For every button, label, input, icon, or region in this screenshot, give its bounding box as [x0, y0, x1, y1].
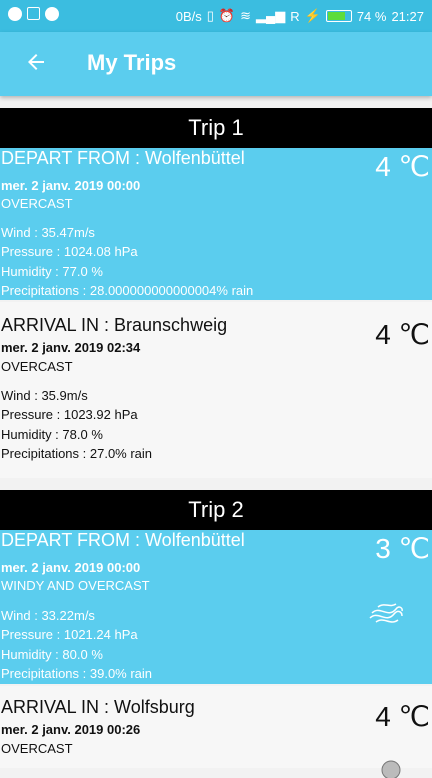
departure-condition: OVERCAST — [1, 196, 73, 211]
trip-2-arrival-card[interactable]: ARRIVAL IN : Wolfsburg mer. 2 janv. 2019… — [0, 686, 432, 778]
arrival-condition: OVERCAST — [1, 359, 73, 374]
wind-text: Wind : 35.9m/s — [1, 388, 88, 403]
pressure-text: Pressure : 1021.24 hPa — [1, 627, 138, 642]
arrival-date: mer. 2 janv. 2019 02:34 — [1, 340, 141, 355]
cloud-icon — [381, 760, 401, 778]
clock: 21:27 — [391, 8, 424, 24]
pressure-text: Pressure : 1024.08 hPa — [1, 244, 138, 259]
departure-place: DEPART FROM : Wolfenbüttel — [1, 148, 245, 168]
wind-icon — [369, 603, 403, 623]
status-bar: 0B/s ▯ ⏰ ≋ ▂▄▆ R ⚡ 74 % 21:27 — [0, 0, 432, 32]
arrival-temperature: 4 ℃ — [375, 319, 430, 350]
humidity-text: Humidity : 78.0 % — [1, 427, 103, 442]
battery-icon — [325, 10, 352, 22]
departure-temperature: 3 ℃ — [375, 533, 430, 564]
wind-text: Wind : 35.47m/s — [1, 225, 95, 240]
departure-condition: WINDY AND OVERCAST — [1, 578, 150, 593]
precipitation-text: Precipitations : 28.000000000000004% rai… — [1, 283, 254, 298]
arrival-condition: OVERCAST — [1, 741, 73, 756]
precipitation-text: Precipitations : 39.0% rain — [1, 666, 153, 681]
pressure-text: Pressure : 1023.92 hPa — [1, 407, 138, 422]
charging-icon: ⚡ — [304, 8, 321, 23]
wifi-icon: ≋ — [240, 8, 252, 23]
departure-date: mer. 2 janv. 2019 00:00 — [1, 178, 141, 193]
departure-place: DEPART FROM : Wolfenbüttel — [1, 530, 245, 550]
app-bar: My Trips — [0, 32, 432, 96]
precipitation-text: Precipitations : 27.0% rain — [1, 446, 153, 461]
signal-r: R — [290, 8, 300, 24]
arrival-date: mer. 2 janv. 2019 00:26 — [1, 722, 141, 737]
wind-text: Wind : 33.22m/s — [1, 608, 95, 623]
messenger-icon — [8, 7, 22, 21]
arrival-temperature: 4 ℃ — [375, 701, 430, 732]
trip-header: Trip 1 — [0, 108, 432, 148]
network-speed: 0B/s — [175, 8, 202, 24]
arrow-left-icon[interactable] — [24, 50, 48, 74]
circle-icon — [45, 7, 59, 21]
battery-percent: 74 % — [356, 8, 387, 24]
trip-1-departure-card[interactable]: DEPART FROM : Wolfenbüttel mer. 2 janv. … — [0, 148, 432, 300]
image-icon — [27, 7, 40, 20]
departure-temperature: 4 ℃ — [375, 151, 430, 182]
arrival-place: ARRIVAL IN : Wolfsburg — [1, 697, 195, 717]
trip-2-departure-card[interactable]: DEPART FROM : Wolfenbüttel mer. 2 janv. … — [0, 530, 432, 684]
trip-1-arrival-card[interactable]: ARRIVAL IN : Braunschweig mer. 2 janv. 2… — [0, 302, 432, 478]
vibrate-icon: ▯ — [206, 8, 214, 23]
alarm-icon: ⏰ — [218, 8, 236, 23]
humidity-text: Humidity : 80.0 % — [1, 647, 103, 662]
signal-icon: ▂▄▆ — [256, 8, 286, 23]
page-title: My Trips — [87, 50, 177, 75]
humidity-text: Humidity : 77.0 % — [1, 264, 103, 279]
departure-date: mer. 2 janv. 2019 00:00 — [1, 560, 141, 575]
trip-header: Trip 2 — [0, 490, 432, 530]
arrival-place: ARRIVAL IN : Braunschweig — [1, 315, 228, 335]
